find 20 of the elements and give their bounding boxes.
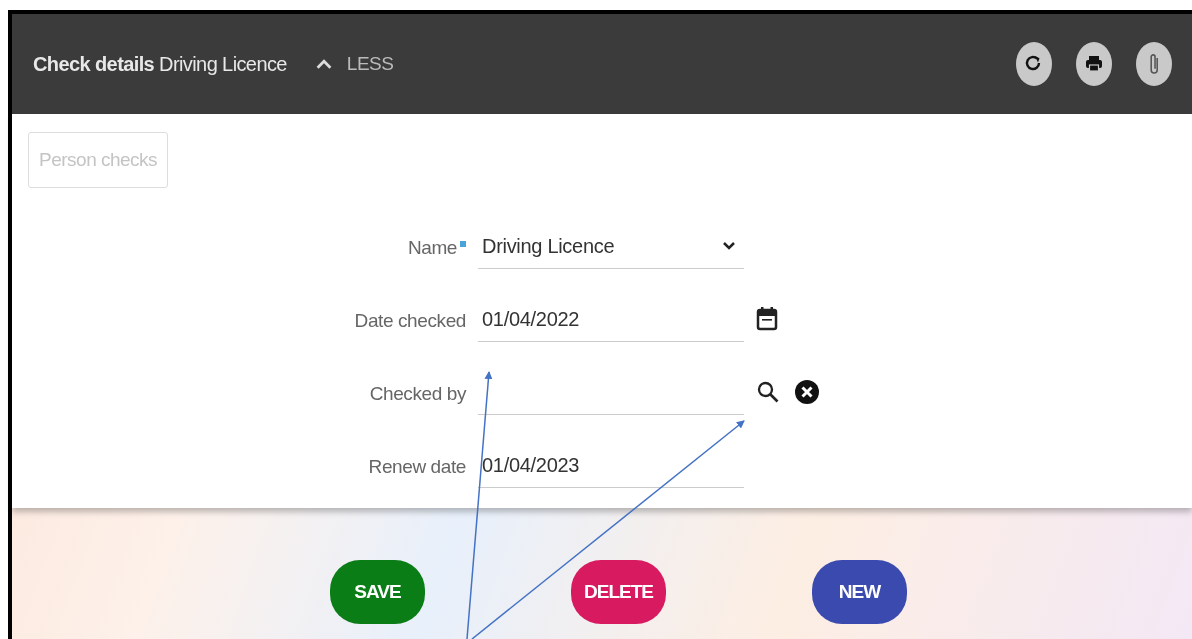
field-label: Renew date xyxy=(368,456,466,479)
field-label: Date checked xyxy=(354,310,466,333)
paperclip-icon xyxy=(1149,53,1159,75)
field-label: Checked by xyxy=(369,383,466,406)
action-button[interactable]: NEW xyxy=(812,560,907,624)
input-field[interactable]: 01/04/2023 xyxy=(478,443,744,488)
panel-title: Check details Driving Licence xyxy=(33,52,287,76)
paperclip-button[interactable] xyxy=(1136,42,1172,86)
calendar-icon[interactable] xyxy=(756,306,778,332)
chevron-down-icon xyxy=(722,241,736,251)
dropdown-field[interactable]: Driving Licence xyxy=(478,224,744,269)
action-button[interactable]: SAVE xyxy=(330,560,425,624)
collapse-toggle[interactable]: LESS xyxy=(312,53,394,75)
action-button[interactable]: DELETE xyxy=(571,560,666,624)
printer-button[interactable] xyxy=(1076,42,1112,86)
clear-icon[interactable] xyxy=(794,379,820,405)
field-label: Name xyxy=(407,237,466,269)
input-field[interactable]: 01/04/2022 xyxy=(478,297,744,342)
search-icon[interactable] xyxy=(756,380,780,404)
refresh-button[interactable] xyxy=(1016,42,1052,86)
